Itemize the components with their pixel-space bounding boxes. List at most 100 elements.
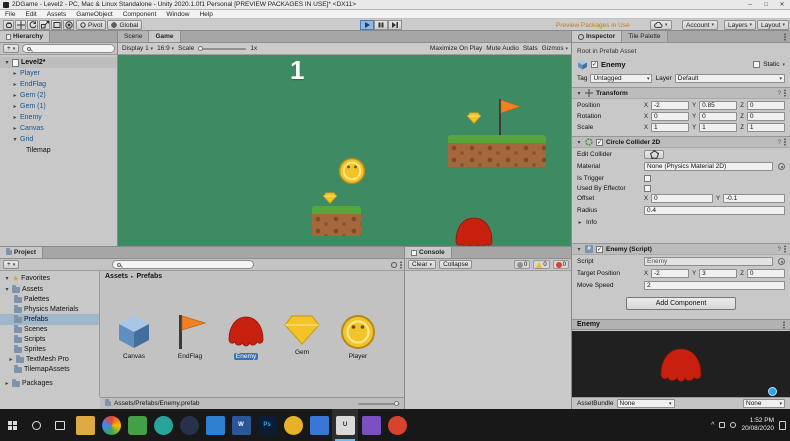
menu-window[interactable]: Window xyxy=(161,11,194,18)
play-button[interactable] xyxy=(360,20,374,30)
static-dropdown-arrow-icon[interactable]: ▾ xyxy=(782,62,785,68)
component-enabled-checkbox[interactable] xyxy=(596,139,603,146)
taskbar-app-vscode[interactable] xyxy=(202,409,228,441)
foldout-arrow-icon[interactable] xyxy=(577,219,583,226)
asset-item-endflag[interactable]: EndFlag xyxy=(164,313,216,360)
hierarchy-search-input[interactable] xyxy=(22,44,115,53)
tab-project[interactable]: Project xyxy=(0,247,43,258)
expand-arrow-icon[interactable] xyxy=(12,103,18,110)
hierarchy-item-endflag[interactable]: EndFlag xyxy=(0,79,118,90)
static-checkbox[interactable] xyxy=(753,61,760,68)
kebab-menu-icon[interactable] xyxy=(783,321,785,329)
target-y-field[interactable]: 3 xyxy=(699,269,737,278)
taskbar-app-file-explorer[interactable] xyxy=(72,409,98,441)
scale-tool-icon[interactable] xyxy=(39,20,50,30)
target-x-field[interactable]: -2 xyxy=(651,269,689,278)
collapse-arrow-icon[interactable] xyxy=(12,136,18,143)
foldout-arrow-icon[interactable] xyxy=(576,139,582,146)
expand-arrow-icon[interactable] xyxy=(12,70,18,77)
collapse-arrow-icon[interactable] xyxy=(4,59,10,66)
foldout-arrow-icon[interactable] xyxy=(576,246,582,253)
target-z-field[interactable]: 0 xyxy=(747,269,785,278)
hierarchy-item-canvas[interactable]: Canvas xyxy=(0,123,118,134)
breadcrumb-current[interactable]: Prefabs xyxy=(136,273,162,280)
step-button[interactable] xyxy=(388,20,402,30)
search-button[interactable] xyxy=(24,409,48,441)
info-count-toggle[interactable]: 0 xyxy=(514,260,530,269)
layer-dropdown[interactable]: Default xyxy=(675,74,785,83)
used-by-effector-checkbox[interactable] xyxy=(644,185,651,192)
menu-edit[interactable]: Edit xyxy=(20,11,41,18)
hierarchy-item-grid[interactable]: Grid xyxy=(0,134,118,145)
object-picker-icon[interactable] xyxy=(778,163,785,170)
menu-file[interactable]: File xyxy=(0,11,20,18)
taskbar-app-dark[interactable] xyxy=(176,409,202,441)
expand-arrow-icon[interactable] xyxy=(12,125,18,132)
taskbar-app-red[interactable] xyxy=(384,409,410,441)
menu-assets[interactable]: Assets xyxy=(42,11,72,18)
hierarchy-item-tilemap[interactable]: Tilemap xyxy=(0,145,118,156)
active-checkbox[interactable] xyxy=(591,61,598,68)
hierarchy-item-gem1[interactable]: Gem (1) xyxy=(0,101,118,112)
info-foldout-row[interactable]: Info xyxy=(577,217,785,228)
hierarchy-add-button[interactable]: +▾ xyxy=(3,44,19,53)
taskbar-app-word[interactable]: W xyxy=(228,409,254,441)
rotate-tool-icon[interactable] xyxy=(27,20,38,30)
close-button[interactable]: ✕ xyxy=(774,0,790,9)
scale-x-field[interactable]: 1 xyxy=(651,123,689,132)
kebab-menu-icon[interactable] xyxy=(784,89,786,97)
position-z-field[interactable]: 0 xyxy=(747,101,785,110)
tab-hierarchy[interactable]: Hierarchy xyxy=(0,31,50,42)
add-component-button[interactable]: Add Component xyxy=(626,297,736,310)
taskbar-clock[interactable]: 1:52 PM 20/08/2020 xyxy=(741,417,774,433)
transform-header[interactable]: Transform ? xyxy=(572,87,790,99)
task-view-button[interactable] xyxy=(48,409,72,441)
kebab-menu-icon[interactable] xyxy=(784,138,786,146)
pause-button[interactable] xyxy=(374,20,388,30)
tray-expand-icon[interactable]: ^ xyxy=(711,422,714,429)
menu-help[interactable]: Help xyxy=(194,11,217,18)
expand-arrow-icon[interactable] xyxy=(4,380,10,387)
tab-inspector[interactable]: Inspector xyxy=(572,31,622,42)
hierarchy-item-gem2[interactable]: Gem (2) xyxy=(0,90,118,101)
foldout-arrow-icon[interactable] xyxy=(576,90,582,97)
collab-button[interactable]: ▾ xyxy=(650,20,672,30)
preview-header[interactable]: Enemy xyxy=(572,319,790,330)
is-trigger-checkbox[interactable] xyxy=(644,175,651,182)
gear-icon[interactable] xyxy=(391,262,397,268)
taskbar-app-green[interactable] xyxy=(124,409,150,441)
asset-item-canvas[interactable]: Canvas xyxy=(108,313,160,360)
taskbar-app-browser[interactable] xyxy=(98,409,124,441)
expand-arrow-icon[interactable] xyxy=(12,92,18,99)
collapse-arrow-icon[interactable] xyxy=(4,275,10,282)
tab-tile-palette[interactable]: Tile Palette xyxy=(622,31,667,42)
display-dropdown[interactable]: Display 1 ▾ xyxy=(122,45,153,52)
taskbar-app-photoshop[interactable]: Ps xyxy=(254,409,280,441)
kebab-menu-icon[interactable] xyxy=(784,245,786,253)
menu-gameobject[interactable]: GameObject xyxy=(71,11,118,18)
scale-slider[interactable] xyxy=(198,48,246,50)
maximize-button[interactable]: □ xyxy=(758,0,774,9)
project-search-input[interactable] xyxy=(112,260,253,269)
taskbar-app-gold[interactable] xyxy=(280,409,306,441)
transform-tool-icon[interactable] xyxy=(63,20,74,30)
hierarchy-item-player[interactable]: Player xyxy=(0,68,118,79)
hand-tool-icon[interactable] xyxy=(3,20,14,30)
console-collapse-button[interactable]: Collapse xyxy=(439,260,472,269)
enemy-script-header[interactable]: # Enemy (Script) ? xyxy=(572,243,790,255)
gizmos-dropdown[interactable]: Gizmos ▾ xyxy=(542,45,568,52)
help-icon[interactable]: ? xyxy=(777,90,781,97)
aspect-dropdown[interactable]: 16:9 ▾ xyxy=(157,45,174,52)
taskbar-app-unity[interactable]: U xyxy=(332,409,358,441)
menu-component[interactable]: Component xyxy=(118,11,162,18)
circle-collider-header[interactable]: Circle Collider 2D ? xyxy=(572,136,790,148)
asset-item-player[interactable]: Player xyxy=(332,313,384,360)
error-count-toggle[interactable]: 0 xyxy=(553,260,569,269)
expand-arrow-icon[interactable] xyxy=(8,356,14,363)
maximize-on-play-toggle[interactable]: Maximize On Play xyxy=(430,45,482,52)
scale-z-field[interactable]: 1 xyxy=(747,123,785,132)
layers-dropdown[interactable]: Layers▾ xyxy=(724,20,756,30)
tray-icon[interactable] xyxy=(730,422,736,428)
expand-arrow-icon[interactable] xyxy=(12,81,18,88)
position-y-field[interactable]: 0.85 xyxy=(699,101,737,110)
